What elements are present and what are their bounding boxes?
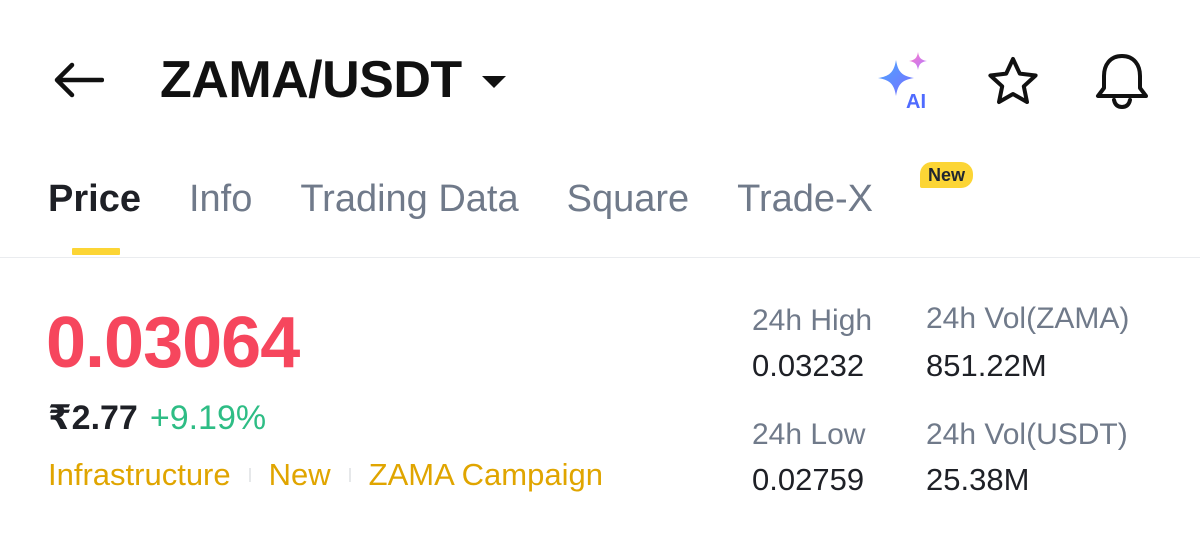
- vol-base-value: 851.22M: [926, 348, 1047, 383]
- bell-icon: [1096, 54, 1148, 110]
- tab-bar: Price Info Trading Data Square Trade-X: [48, 174, 921, 224]
- tag-infrastructure[interactable]: Infrastructure: [48, 457, 231, 493]
- pair-selector[interactable]: ZAMA/USDT: [160, 50, 506, 110]
- tab-info[interactable]: Info: [189, 178, 252, 221]
- pair-detail-screen: ZAMA/USDT AI Price Info Trading Data Squ…: [0, 0, 1200, 534]
- tab-price[interactable]: Price: [48, 178, 141, 221]
- favorite-button[interactable]: [984, 56, 1042, 108]
- star-icon: [988, 57, 1038, 104]
- back-button[interactable]: [48, 56, 108, 108]
- vol-quote-label: 24h Vol(USDT): [926, 418, 1128, 451]
- pair-title: ZAMA/USDT: [160, 51, 462, 109]
- fiat-price: ₹2.77: [48, 399, 138, 437]
- caret-down-icon: [481, 76, 506, 88]
- high-value: 0.03232: [752, 348, 865, 383]
- tags-row: Infrastructure New ZAMA Campaign: [48, 457, 603, 493]
- tab-square[interactable]: Square: [567, 178, 690, 221]
- vol-quote-value: 25.38M: [926, 462, 1030, 497]
- active-tab-indicator: [72, 248, 120, 255]
- tag-zama-campaign[interactable]: ZAMA Campaign: [369, 457, 603, 493]
- low-label: 24h Low: [752, 418, 866, 451]
- low-value: 0.02759: [752, 462, 865, 497]
- tag-separator: [248, 468, 251, 482]
- high-label: 24h High: [752, 304, 873, 337]
- ai-label: AI: [906, 91, 926, 112]
- tag-new[interactable]: New: [269, 457, 331, 493]
- price-change-percent: +9.19%: [149, 399, 267, 437]
- tab-trade-x[interactable]: Trade-X: [737, 178, 873, 221]
- tab-divider: [0, 257, 1200, 258]
- tab-trading-data[interactable]: Trading Data: [300, 178, 518, 221]
- back-arrow-icon: [52, 62, 105, 103]
- price-alert-button[interactable]: [1092, 52, 1152, 110]
- last-price: 0.03064: [46, 303, 300, 383]
- ai-sparkle-icon: AI: [878, 52, 927, 113]
- ai-assistant-button[interactable]: AI: [872, 52, 936, 113]
- tag-separator: [348, 468, 351, 482]
- new-badge: New: [920, 162, 974, 188]
- fiat-price-row: ₹2.77 +9.19%: [48, 398, 266, 438]
- vol-base-label: 24h Vol(ZAMA): [926, 302, 1130, 335]
